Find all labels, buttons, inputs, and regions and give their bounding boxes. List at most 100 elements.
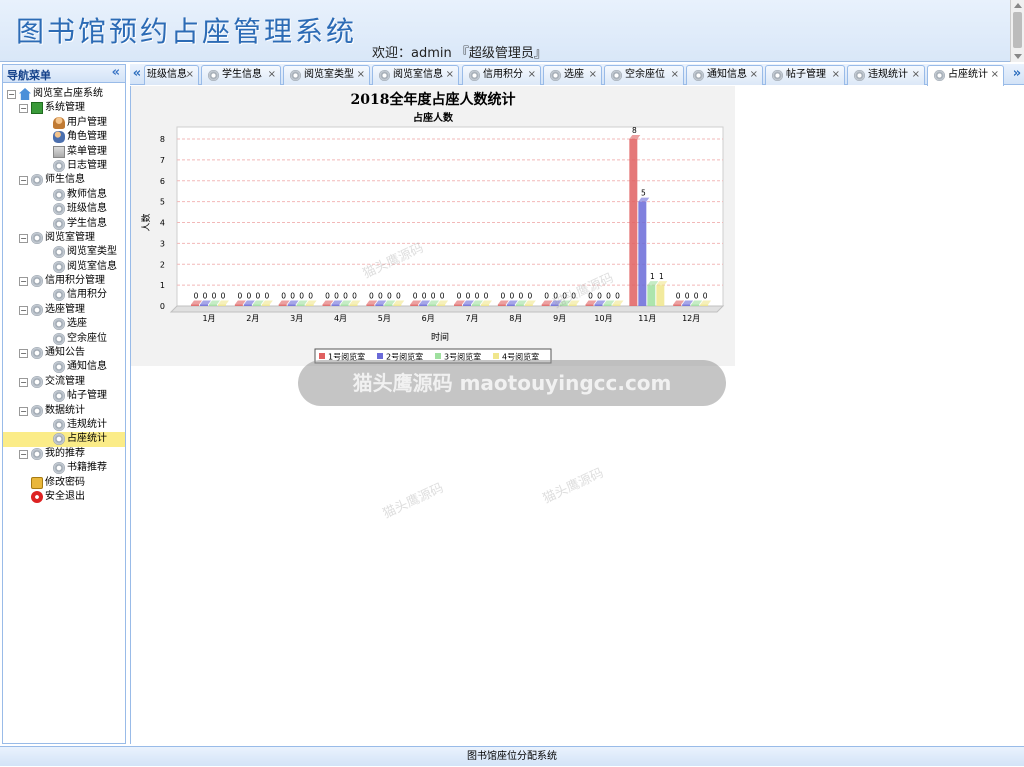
nav-item[interactable]: 菜单管理: [3, 145, 125, 159]
nav-item[interactable]: 日志管理: [3, 159, 125, 173]
tab-item[interactable]: 班级信息 ×: [144, 65, 199, 85]
nav-item[interactable]: − 师生信息: [3, 173, 125, 187]
nav-item[interactable]: 教师信息: [3, 188, 125, 202]
nav-item[interactable]: 阅览室信息: [3, 260, 125, 274]
close-tab-icon[interactable]: ×: [912, 66, 920, 84]
nav-item[interactable]: 用户管理: [3, 116, 125, 130]
nav-item[interactable]: − 通知公告: [3, 346, 125, 360]
nav-item[interactable]: 帖子管理: [3, 389, 125, 403]
close-tab-icon[interactable]: ×: [991, 66, 999, 84]
data-label: 0: [308, 292, 313, 301]
scrollbar-thumb[interactable]: [1013, 12, 1022, 48]
nav-item[interactable]: 违规统计: [3, 418, 125, 432]
bar: [331, 304, 340, 306]
bar: [322, 304, 331, 306]
tab-item[interactable]: 违规统计 ×: [847, 65, 925, 85]
data-label: 0: [544, 292, 549, 301]
tab-scroll-right-icon[interactable]: »: [1010, 64, 1024, 84]
data-label: 0: [484, 292, 489, 301]
nav-item[interactable]: 选座: [3, 317, 125, 331]
nav-item-label: 空余座位: [67, 332, 107, 344]
nav-item[interactable]: 书籍推荐: [3, 461, 125, 475]
bar: [234, 304, 243, 306]
tab-item[interactable]: 学生信息 ×: [201, 65, 281, 85]
bar: [506, 304, 515, 306]
bar: [524, 304, 533, 306]
close-tab-icon[interactable]: ×: [357, 66, 365, 84]
bar: [682, 304, 691, 306]
nav-item-label: 信用积分管理: [45, 275, 105, 287]
tab-scroll-left-icon[interactable]: «: [130, 64, 144, 84]
nav-item[interactable]: 修改密码: [3, 476, 125, 490]
tab-item[interactable]: 选座 ×: [543, 65, 602, 85]
bar: [603, 304, 612, 306]
close-tab-icon[interactable]: ×: [671, 66, 679, 84]
lock-icon: [31, 476, 43, 489]
tree-toggle-icon[interactable]: −: [19, 233, 28, 243]
nav-item[interactable]: 学生信息: [3, 217, 125, 231]
tree-toggle-icon[interactable]: −: [19, 176, 28, 186]
nav-item[interactable]: 阅览室类型: [3, 245, 125, 259]
close-tab-icon[interactable]: ×: [446, 66, 454, 84]
scroll-down-arrow-icon[interactable]: [1014, 54, 1022, 59]
nav-item[interactable]: 信用积分: [3, 288, 125, 302]
nav-item[interactable]: − 阅览室占座系统: [3, 87, 125, 101]
data-label: 0: [685, 292, 690, 301]
nav-item[interactable]: − 交流管理: [3, 375, 125, 389]
nav-header: 导航菜单 «: [3, 65, 125, 83]
nav-item[interactable]: 空余座位: [3, 332, 125, 346]
tree-toggle-icon[interactable]: −: [19, 305, 28, 315]
close-tab-icon[interactable]: ×: [268, 66, 276, 84]
tree-toggle-icon[interactable]: −: [19, 406, 28, 416]
nav-item-label: 通知公告: [45, 347, 85, 359]
nav-item[interactable]: − 阅览室管理: [3, 231, 125, 245]
page-scrollbar[interactable]: [1010, 0, 1024, 62]
nav-item[interactable]: 安全退出: [3, 490, 125, 504]
nav-item-label: 阅览室信息: [67, 260, 117, 272]
tree-toggle-icon[interactable]: −: [19, 277, 28, 287]
tab-item[interactable]: 空余座位 ×: [604, 65, 684, 85]
x-tick-label: 2月: [246, 314, 259, 323]
nav-item[interactable]: 占座统计: [3, 432, 125, 447]
bar: [481, 304, 489, 306]
nav-item[interactable]: − 系统管理: [3, 101, 125, 115]
close-tab-icon[interactable]: ×: [750, 66, 758, 84]
nav-item[interactable]: 班级信息: [3, 202, 125, 216]
close-tab-icon[interactable]: ×: [589, 66, 597, 84]
bar: [472, 304, 480, 306]
nav-item[interactable]: − 选座管理: [3, 303, 125, 317]
tab-item[interactable]: 信用积分 ×: [462, 65, 541, 85]
scroll-up-arrow-icon[interactable]: [1014, 3, 1022, 8]
close-tab-icon[interactable]: ×: [186, 66, 194, 84]
tab-item[interactable]: 占座统计 ×: [927, 65, 1004, 86]
tree-toggle-icon[interactable]: −: [19, 349, 28, 359]
tab-item[interactable]: 阅览室类型 ×: [283, 65, 370, 85]
tree-toggle-icon[interactable]: −: [19, 104, 28, 114]
tree-toggle-icon[interactable]: −: [19, 449, 28, 459]
nav-item-label: 交流管理: [45, 375, 85, 387]
gear-icon: [53, 188, 65, 201]
collapse-nav-icon[interactable]: «: [112, 65, 120, 80]
nav-item-label: 我的推荐: [45, 447, 85, 459]
data-label: 0: [246, 292, 251, 301]
bar: [287, 304, 296, 306]
nav-item[interactable]: 角色管理: [3, 130, 125, 144]
tab-item[interactable]: 阅览室信息 ×: [372, 65, 459, 85]
tab-item[interactable]: 帖子管理 ×: [765, 65, 845, 85]
tab-label: 空余座位: [625, 69, 665, 80]
nav-item[interactable]: − 信用积分管理: [3, 274, 125, 288]
gear-icon: [53, 418, 65, 431]
tree-toggle-icon[interactable]: −: [19, 377, 28, 387]
close-tab-icon[interactable]: ×: [832, 66, 840, 84]
x-tick-label: 11月: [638, 314, 656, 323]
x-tick-label: 6月: [422, 314, 435, 323]
nav-item[interactable]: − 数据统计: [3, 404, 125, 418]
nav-item[interactable]: − 我的推荐: [3, 447, 125, 461]
tab-item[interactable]: 通知信息 ×: [686, 65, 763, 85]
bar: [656, 285, 665, 306]
close-tab-icon[interactable]: ×: [528, 66, 536, 84]
book-icon: [31, 102, 43, 115]
tree-toggle-icon[interactable]: −: [7, 90, 16, 99]
nav-item[interactable]: 通知信息: [3, 360, 125, 374]
bar: [647, 285, 656, 306]
